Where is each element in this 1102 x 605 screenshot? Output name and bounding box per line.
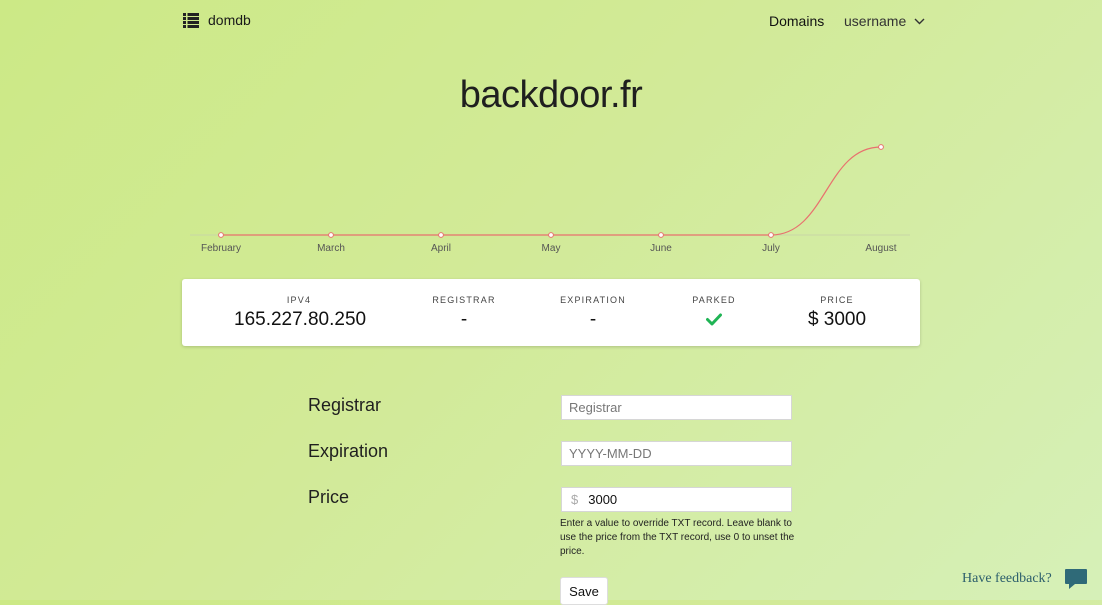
stats-card: IPV4 165.227.80.250 REGISTRAR - EXPIRATI… bbox=[182, 279, 920, 346]
chart-point bbox=[328, 232, 334, 238]
stat-expiration-value: - bbox=[589, 309, 597, 330]
registrar-field bbox=[561, 395, 792, 420]
expiration-field bbox=[561, 441, 792, 466]
price-label: Price bbox=[308, 487, 350, 507]
user-menu[interactable]: username bbox=[844, 13, 925, 29]
chart-point bbox=[878, 144, 884, 150]
chart-x-tick-label: July bbox=[762, 243, 780, 254]
chart-x-tick-label: August bbox=[865, 243, 896, 254]
chevron-down-icon bbox=[914, 18, 925, 24]
save-button[interactable]: Save bbox=[560, 577, 608, 605]
speech-bubble-icon bbox=[1064, 569, 1087, 589]
stat-parked: PARKED bbox=[669, 295, 759, 331]
list-icon bbox=[183, 12, 199, 28]
chart-x-tick-label: April bbox=[431, 243, 451, 254]
chart-x-tick-label: February bbox=[201, 243, 241, 254]
chart-x-tick-label: May bbox=[542, 243, 561, 254]
brand-link[interactable]: domdb bbox=[183, 12, 251, 28]
price-history-chart: February March April May June July August bbox=[190, 144, 910, 254]
stat-ipv4-value: 165.227.80.250 bbox=[234, 309, 367, 330]
stat-parked-label: PARKED bbox=[692, 295, 736, 305]
brand-name: domdb bbox=[208, 12, 251, 28]
stat-price-value: $ 3000 bbox=[807, 309, 867, 330]
price-field: $ bbox=[561, 487, 792, 512]
stat-expiration: EXPIRATION - bbox=[548, 295, 638, 331]
chart-x-tick-label: March bbox=[317, 243, 345, 254]
page-title: backdoor.fr bbox=[459, 74, 643, 116]
expiration-input[interactable] bbox=[562, 442, 791, 465]
feedback-label: Have feedback? bbox=[962, 571, 1052, 586]
stat-registrar-label: REGISTRAR bbox=[432, 295, 496, 305]
registrar-input[interactable] bbox=[562, 396, 791, 419]
stat-price: PRICE $ 3000 bbox=[792, 295, 882, 331]
price-prefix: $ bbox=[571, 492, 579, 507]
nav-domains-link[interactable]: Domains bbox=[769, 13, 824, 29]
chart-point bbox=[548, 232, 554, 238]
price-help-text: Enter a value to override TXT record. Le… bbox=[560, 518, 795, 557]
feedback-button[interactable]: Have feedback? bbox=[962, 568, 1088, 590]
chart-point bbox=[768, 232, 774, 238]
stat-registrar-value: - bbox=[460, 309, 468, 330]
chart-point bbox=[218, 232, 224, 238]
stat-price-label: PRICE bbox=[820, 295, 854, 305]
chart-x-tick-label: June bbox=[650, 243, 672, 254]
chart-point bbox=[438, 232, 444, 238]
stat-registrar: REGISTRAR - bbox=[419, 295, 509, 331]
top-nav: domdb Domains username bbox=[0, 0, 1102, 42]
stat-expiration-label: EXPIRATION bbox=[560, 295, 626, 305]
stat-ipv4: IPV4 165.227.80.250 bbox=[234, 295, 367, 331]
check-icon bbox=[706, 313, 722, 326]
stat-ipv4-label: IPV4 bbox=[286, 295, 312, 305]
registrar-label: Registrar bbox=[308, 395, 382, 415]
chart-point bbox=[658, 232, 664, 238]
price-input[interactable] bbox=[578, 488, 791, 511]
expiration-label: Expiration bbox=[308, 441, 389, 461]
chart-series-line bbox=[220, 146, 882, 236]
user-menu-label: username bbox=[844, 13, 907, 29]
